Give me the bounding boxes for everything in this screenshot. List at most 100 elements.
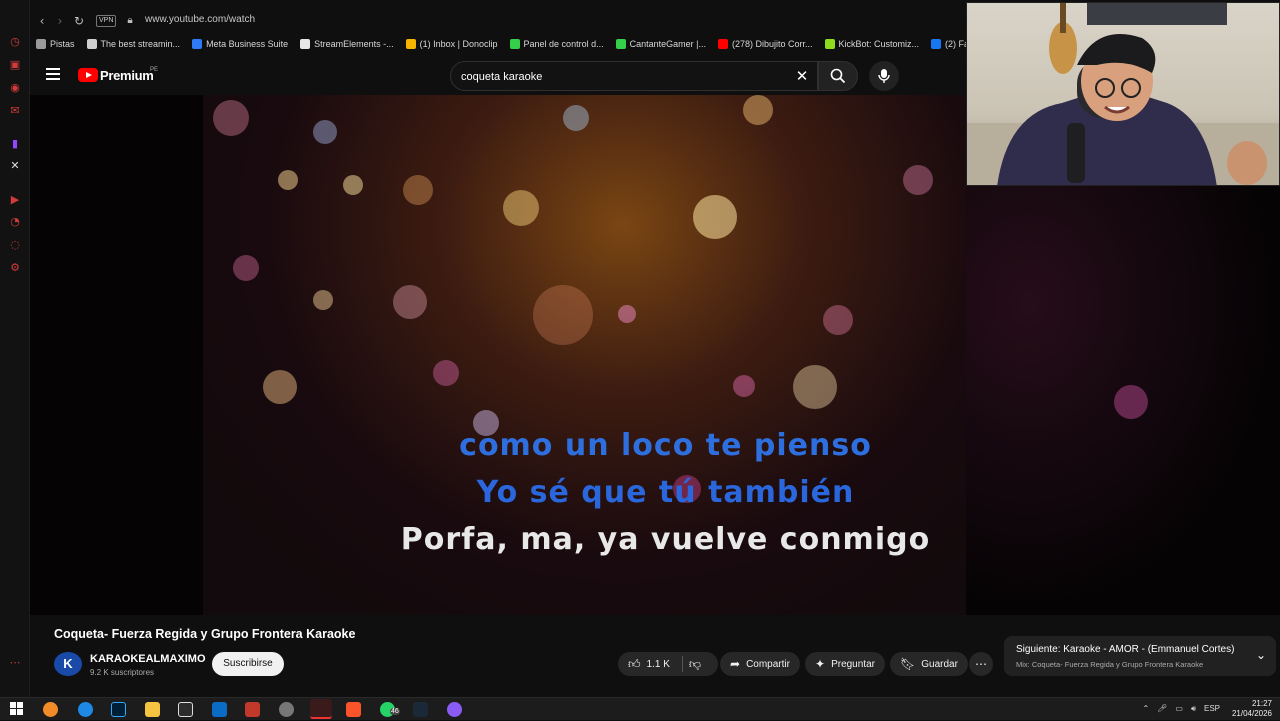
bokeh-light [433, 360, 459, 386]
save-button[interactable]: 🔖︎ Guardar [890, 652, 968, 676]
bookmark-favicon-icon [300, 39, 311, 49]
bookmark-item[interactable]: (278) Dibujito Corr... [712, 35, 819, 53]
thumbs-down-icon[interactable]: 👎︎ [689, 657, 701, 672]
bookmark-item[interactable]: Pistas [30, 35, 81, 53]
voice-search-button[interactable] [869, 61, 899, 91]
subscriber-count: 9.2 K suscriptores [90, 668, 155, 677]
bokeh-light [563, 105, 589, 131]
clock-icon[interactable]: ◔ [7, 214, 23, 230]
x-icon[interactable]: ✕ [7, 158, 23, 174]
chrome-icon[interactable] [279, 702, 294, 717]
channel-name[interactable]: KARAOKEALMAXIMO [90, 653, 206, 665]
up-next-panel[interactable]: Siguiente: Karaoke - AMOR - (Emmanuel Co… [1004, 636, 1276, 676]
channel-avatar[interactable]: K [54, 652, 82, 676]
vpn-badge[interactable]: VPN [96, 15, 117, 27]
bookmark-item[interactable]: KickBot: Customiz... [819, 35, 926, 53]
mail-icon[interactable]: ✉ [7, 103, 23, 119]
browser-sidebar: ◷ ▣ ◉ ✉ ▮ ✕ ▶ ◔ ◌ ⚙ ⋯ [0, 0, 30, 700]
menu-dots-icon[interactable]: ⋯ [7, 655, 23, 671]
youtube-logo-icon[interactable] [78, 68, 98, 82]
bag-icon[interactable]: ▣ [7, 57, 23, 73]
bokeh-light [693, 195, 737, 239]
chat-icon[interactable]: ◌ [7, 237, 23, 253]
whatsapp-icon[interactable]: 46 [380, 702, 400, 717]
bokeh-light [903, 165, 933, 195]
chevron-up-icon[interactable]: ⌃ [1143, 704, 1150, 714]
settings-icon[interactable]: ⚙ [7, 260, 23, 276]
ask-label: Preguntar [831, 658, 875, 670]
more-icon: ⋯ [975, 657, 987, 671]
bookmark-label: The best streamin... [100, 39, 181, 49]
bokeh-light [313, 120, 337, 144]
bokeh-light [503, 190, 539, 226]
up-next-subtitle: Mix: Coqueta- Fuerza Regida y Grupo Fron… [1016, 660, 1204, 669]
twitch-icon[interactable]: ▮ [7, 136, 23, 152]
menu-icon[interactable] [46, 68, 60, 80]
bokeh-light [233, 255, 259, 281]
video-title: Coqueta- Fuerza Regida y Grupo Frontera … [54, 627, 356, 641]
address-bar: ‹ › ↻ VPN 🔒︎ www.youtube.com/watch [30, 8, 970, 34]
history-icon[interactable]: ◷ [7, 34, 23, 50]
messenger-app-icon[interactable] [447, 702, 462, 717]
forward-icon[interactable]: › [52, 13, 68, 29]
brave-icon[interactable] [346, 702, 361, 717]
search-input[interactable]: coqueta karaoke ✕ [450, 61, 818, 91]
opera-active-icon[interactable] [310, 699, 332, 719]
search-button[interactable] [818, 61, 858, 91]
url-field[interactable]: www.youtube.com/watch [145, 14, 255, 25]
chevron-down-icon[interactable]: ⌄ [1256, 648, 1266, 662]
app-icon[interactable] [245, 702, 260, 717]
lyric-line-2: Yo sé que tú también [476, 475, 855, 510]
bokeh-light [403, 175, 433, 205]
folder-icon[interactable] [145, 702, 160, 717]
lyric-line-1: como un loco te pienso [459, 428, 872, 463]
webcam-overlay [966, 2, 1280, 186]
brand-label[interactable]: Premium [100, 68, 154, 83]
back-icon[interactable]: ‹ [34, 13, 50, 29]
bokeh-light [793, 365, 837, 409]
bookmark-item[interactable]: (2) Fac [925, 35, 970, 53]
bokeh-light [1114, 385, 1148, 419]
bookmark-favicon-icon [509, 39, 520, 49]
play-icon[interactable]: ▶ [7, 192, 23, 208]
like-count[interactable]: 1.1 K [647, 659, 670, 670]
save-label: Guardar [921, 658, 958, 670]
reload-icon[interactable]: ↻ [71, 13, 87, 29]
windows-start-icon[interactable] [10, 702, 25, 717]
bookmark-item[interactable]: The best streamin... [81, 35, 187, 53]
messenger-icon[interactable]: ◉ [7, 80, 23, 96]
steam-icon[interactable] [413, 702, 428, 717]
language-indicator[interactable]: ESP [1204, 704, 1220, 714]
bookmark-item[interactable]: StreamElements -... [294, 35, 400, 53]
clear-search-icon[interactable]: ✕ [793, 67, 811, 85]
thumbs-up-icon[interactable]: 👍︎ [628, 657, 641, 672]
up-next-title[interactable]: Siguiente: Karaoke - AMOR - (Emmanuel Co… [1016, 644, 1234, 655]
lock-icon[interactable]: 🔒︎ [122, 13, 138, 29]
volume-icon[interactable]: 🔊︎ [1191, 704, 1196, 714]
edge-icon[interactable] [78, 702, 93, 717]
more-actions-button[interactable]: ⋯ [969, 652, 993, 676]
bokeh-light [618, 305, 636, 323]
outlook-icon[interactable] [212, 702, 227, 717]
sparkle-icon: ✦ [815, 657, 826, 671]
network-icon[interactable]: ▭ [1175, 704, 1183, 714]
streamer-camera-image [967, 3, 1279, 185]
bookmark-item[interactable]: Meta Business Suite [186, 35, 294, 53]
lyric-line-3: Porfa, ma, ya vuelve conmigo [400, 522, 931, 557]
subscribe-button[interactable]: Suscribirse [212, 652, 284, 676]
bookmark-item[interactable]: Panel de control d... [504, 35, 610, 53]
bookmark-label: Meta Business Suite [206, 39, 289, 49]
share-icon: ➦ [730, 657, 741, 671]
browser-icon[interactable] [43, 702, 58, 717]
photoshop-icon[interactable] [111, 702, 126, 717]
share-button[interactable]: ➦ Compartir [720, 652, 800, 676]
search-value[interactable]: coqueta karaoke [461, 71, 542, 83]
bookmark-label: (278) Dibujito Corr... [731, 39, 813, 49]
youtube-header: Premium PE coqueta karaoke ✕ [30, 58, 966, 94]
clock[interactable]: 21:27 21/04/2026 [1232, 699, 1272, 719]
microphone-tray-icon[interactable]: 🎤︎ [1157, 704, 1167, 714]
store-icon[interactable] [178, 702, 193, 717]
ask-button[interactable]: ✦ Preguntar [805, 652, 885, 676]
bookmark-item[interactable]: (1) Inbox | Donoclip [400, 35, 504, 53]
bookmark-item[interactable]: CantanteGamer |... [610, 35, 712, 53]
